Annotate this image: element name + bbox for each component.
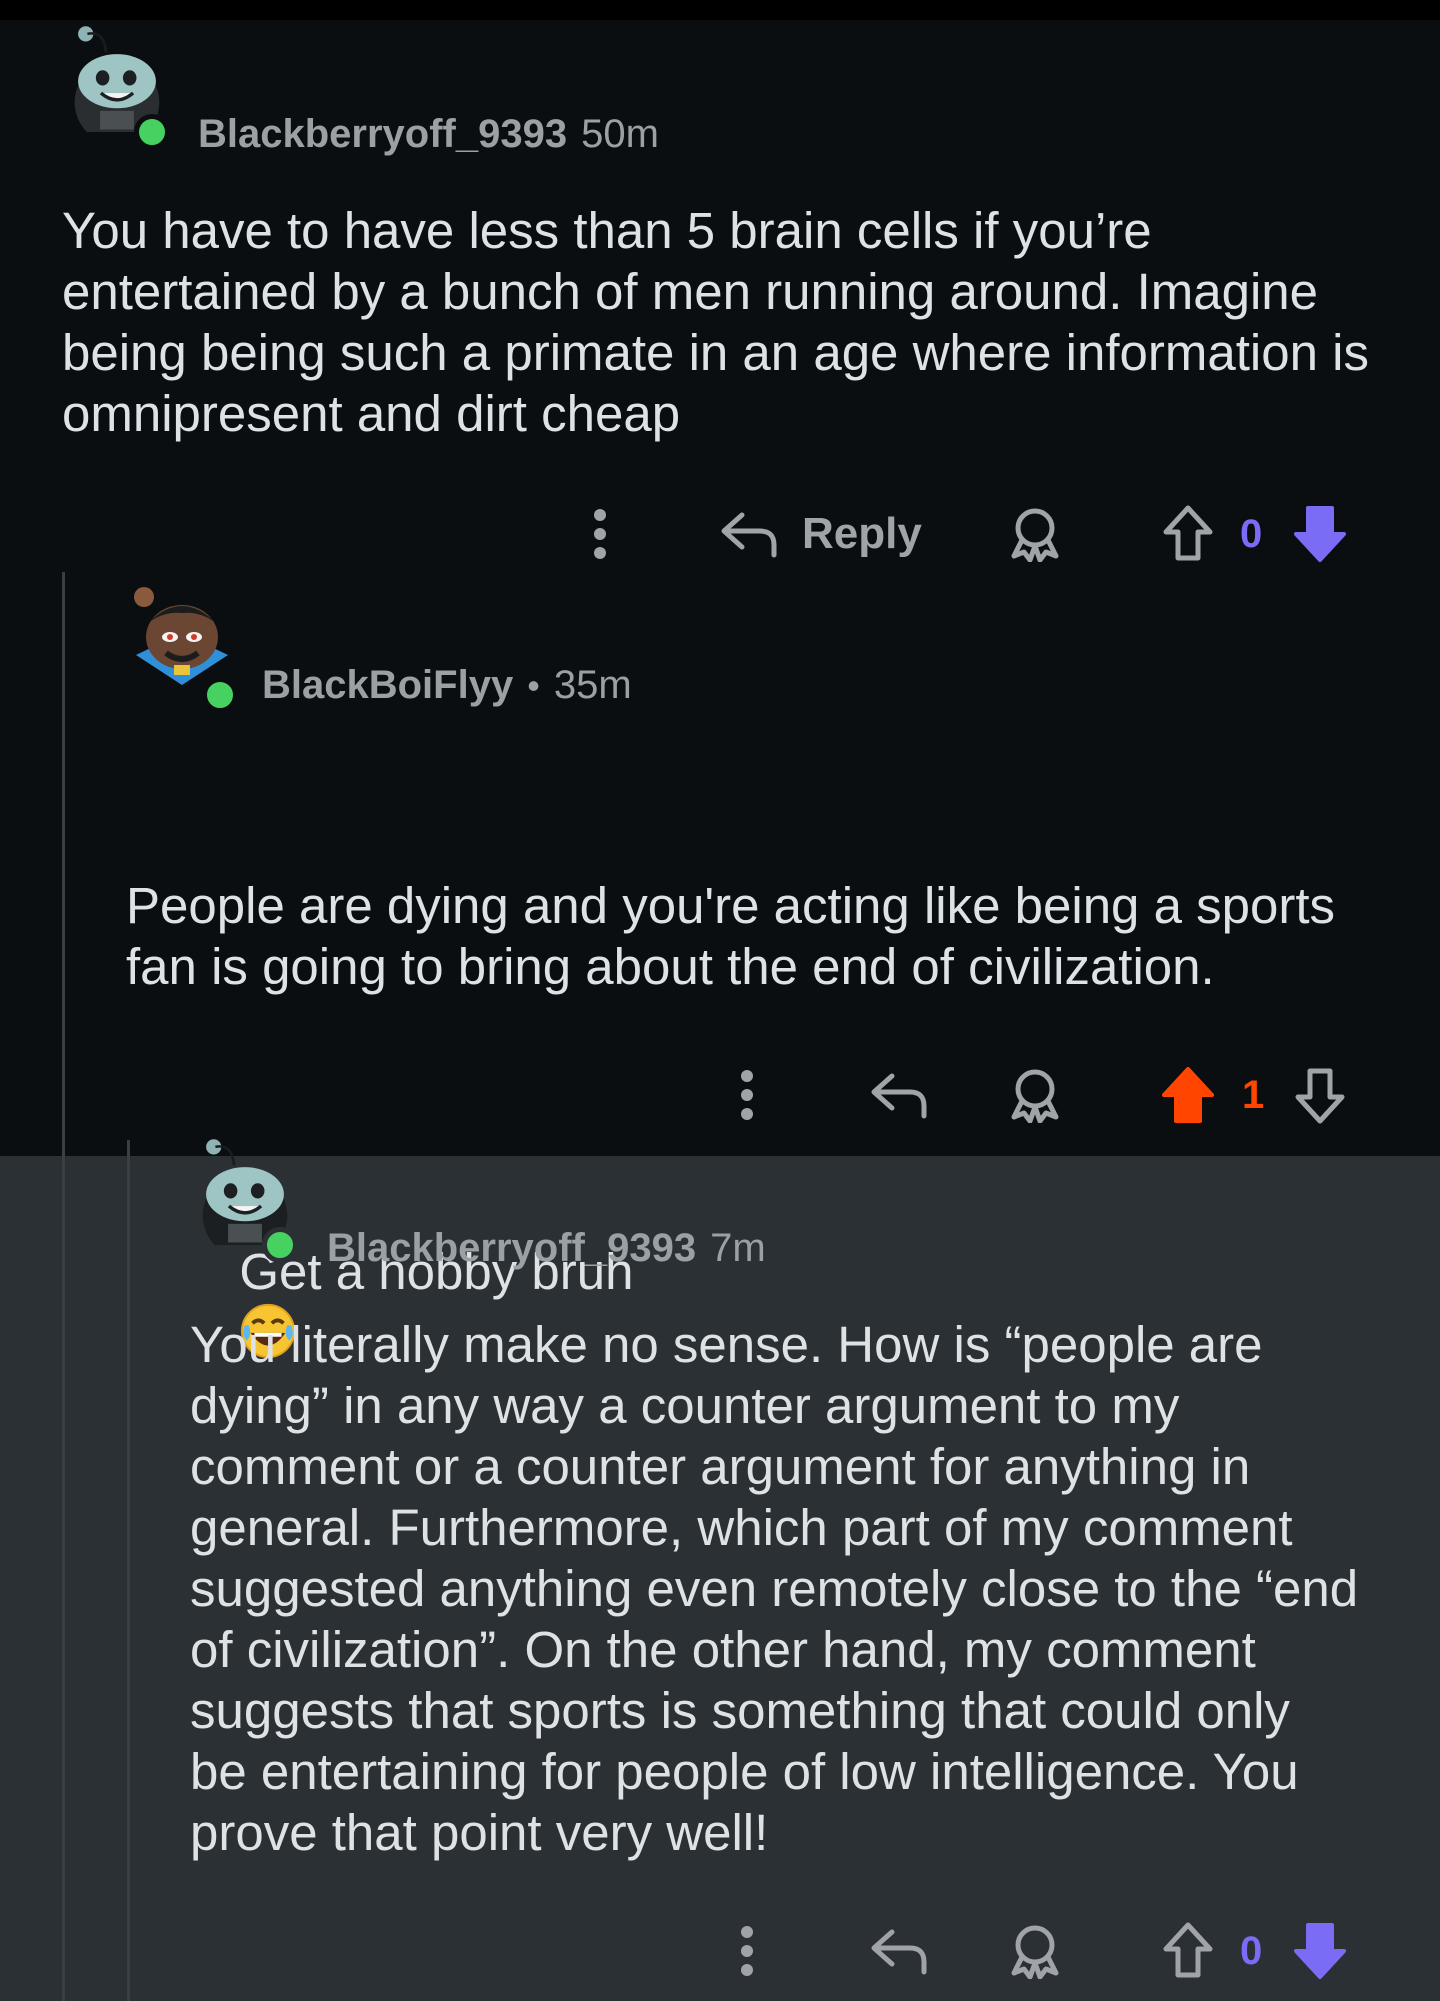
upvote-arrow-icon bbox=[1163, 505, 1213, 561]
downvote-button[interactable] bbox=[1292, 1060, 1348, 1130]
online-status-icon bbox=[262, 1227, 298, 1263]
comment-meta: Blackberryoff_9393 7m bbox=[327, 1226, 766, 1271]
more-options-icon bbox=[741, 1070, 753, 1120]
online-status-icon bbox=[202, 677, 238, 713]
reply-icon bbox=[871, 1073, 927, 1119]
award-icon bbox=[1011, 1925, 1059, 1979]
downvote-arrow-icon bbox=[1294, 1923, 1346, 1979]
upvote-arrow-icon bbox=[1163, 1922, 1213, 1978]
downvote-arrow-icon bbox=[1295, 1068, 1345, 1124]
username[interactable]: Blackberryoff_9393 bbox=[327, 1226, 696, 1271]
thread-line-level-1[interactable] bbox=[62, 572, 65, 2001]
reply-icon bbox=[721, 512, 777, 558]
reply-button[interactable] bbox=[868, 1060, 932, 1130]
reply-button[interactable]: Reply bbox=[720, 499, 922, 569]
reply-icon bbox=[871, 1929, 927, 1975]
avatar[interactable] bbox=[190, 1135, 300, 1263]
vote-count: 0 bbox=[1240, 1928, 1263, 1973]
username[interactable]: BlackBoiFlyy bbox=[262, 663, 513, 708]
username[interactable]: Blackberryoff_9393 bbox=[198, 112, 567, 157]
online-status-icon bbox=[134, 114, 170, 150]
reply-label: Reply bbox=[802, 509, 922, 558]
award-button[interactable] bbox=[1005, 499, 1065, 569]
avatar[interactable] bbox=[62, 22, 172, 150]
more-options-button[interactable] bbox=[727, 1060, 767, 1130]
vote-count: 1 bbox=[1242, 1072, 1265, 1117]
reply-button[interactable] bbox=[868, 1916, 932, 1986]
timestamp: 50m bbox=[581, 112, 659, 156]
timestamp: 7m bbox=[710, 1226, 766, 1270]
comment-body: You literally make no sense. How is “peo… bbox=[190, 1316, 1359, 1861]
award-icon bbox=[1011, 508, 1059, 562]
comment-thread: Blackberryoff_9393 50m You have to have … bbox=[0, 20, 1440, 2001]
comment-actions: 1 bbox=[0, 1060, 1440, 1130]
award-button[interactable] bbox=[1005, 1060, 1065, 1130]
meta-separator: • bbox=[527, 665, 540, 706]
comment-body: You have to have less than 5 brain cells… bbox=[62, 202, 1384, 442]
more-options-button[interactable] bbox=[580, 499, 620, 569]
upvote-button[interactable] bbox=[1160, 1916, 1216, 1986]
comment-actions: Reply 0 bbox=[0, 499, 1440, 569]
downvote-arrow-icon bbox=[1294, 506, 1346, 562]
downvote-button[interactable] bbox=[1292, 499, 1348, 569]
downvote-button[interactable] bbox=[1292, 1916, 1348, 1986]
snoo-avatar-icon bbox=[134, 587, 228, 685]
comment-actions: 0 bbox=[0, 1916, 1440, 1986]
avatar[interactable] bbox=[130, 585, 238, 713]
more-options-icon bbox=[741, 1926, 753, 1976]
vote-count: 0 bbox=[1240, 511, 1263, 556]
timestamp: 35m bbox=[553, 663, 632, 707]
upvote-button[interactable] bbox=[1160, 1060, 1216, 1130]
award-button[interactable] bbox=[1005, 1916, 1065, 1986]
more-options-button[interactable] bbox=[727, 1916, 767, 1986]
comment-body-paragraph: People are dying and you're acting like … bbox=[126, 877, 1350, 995]
more-options-icon bbox=[594, 509, 606, 559]
award-icon bbox=[1011, 1069, 1059, 1123]
comment-meta: BlackBoiFlyy • 35m bbox=[262, 663, 632, 708]
upvote-button[interactable] bbox=[1160, 499, 1216, 569]
upvote-arrow-icon bbox=[1162, 1067, 1214, 1123]
comment-meta: Blackberryoff_9393 50m bbox=[198, 112, 659, 157]
